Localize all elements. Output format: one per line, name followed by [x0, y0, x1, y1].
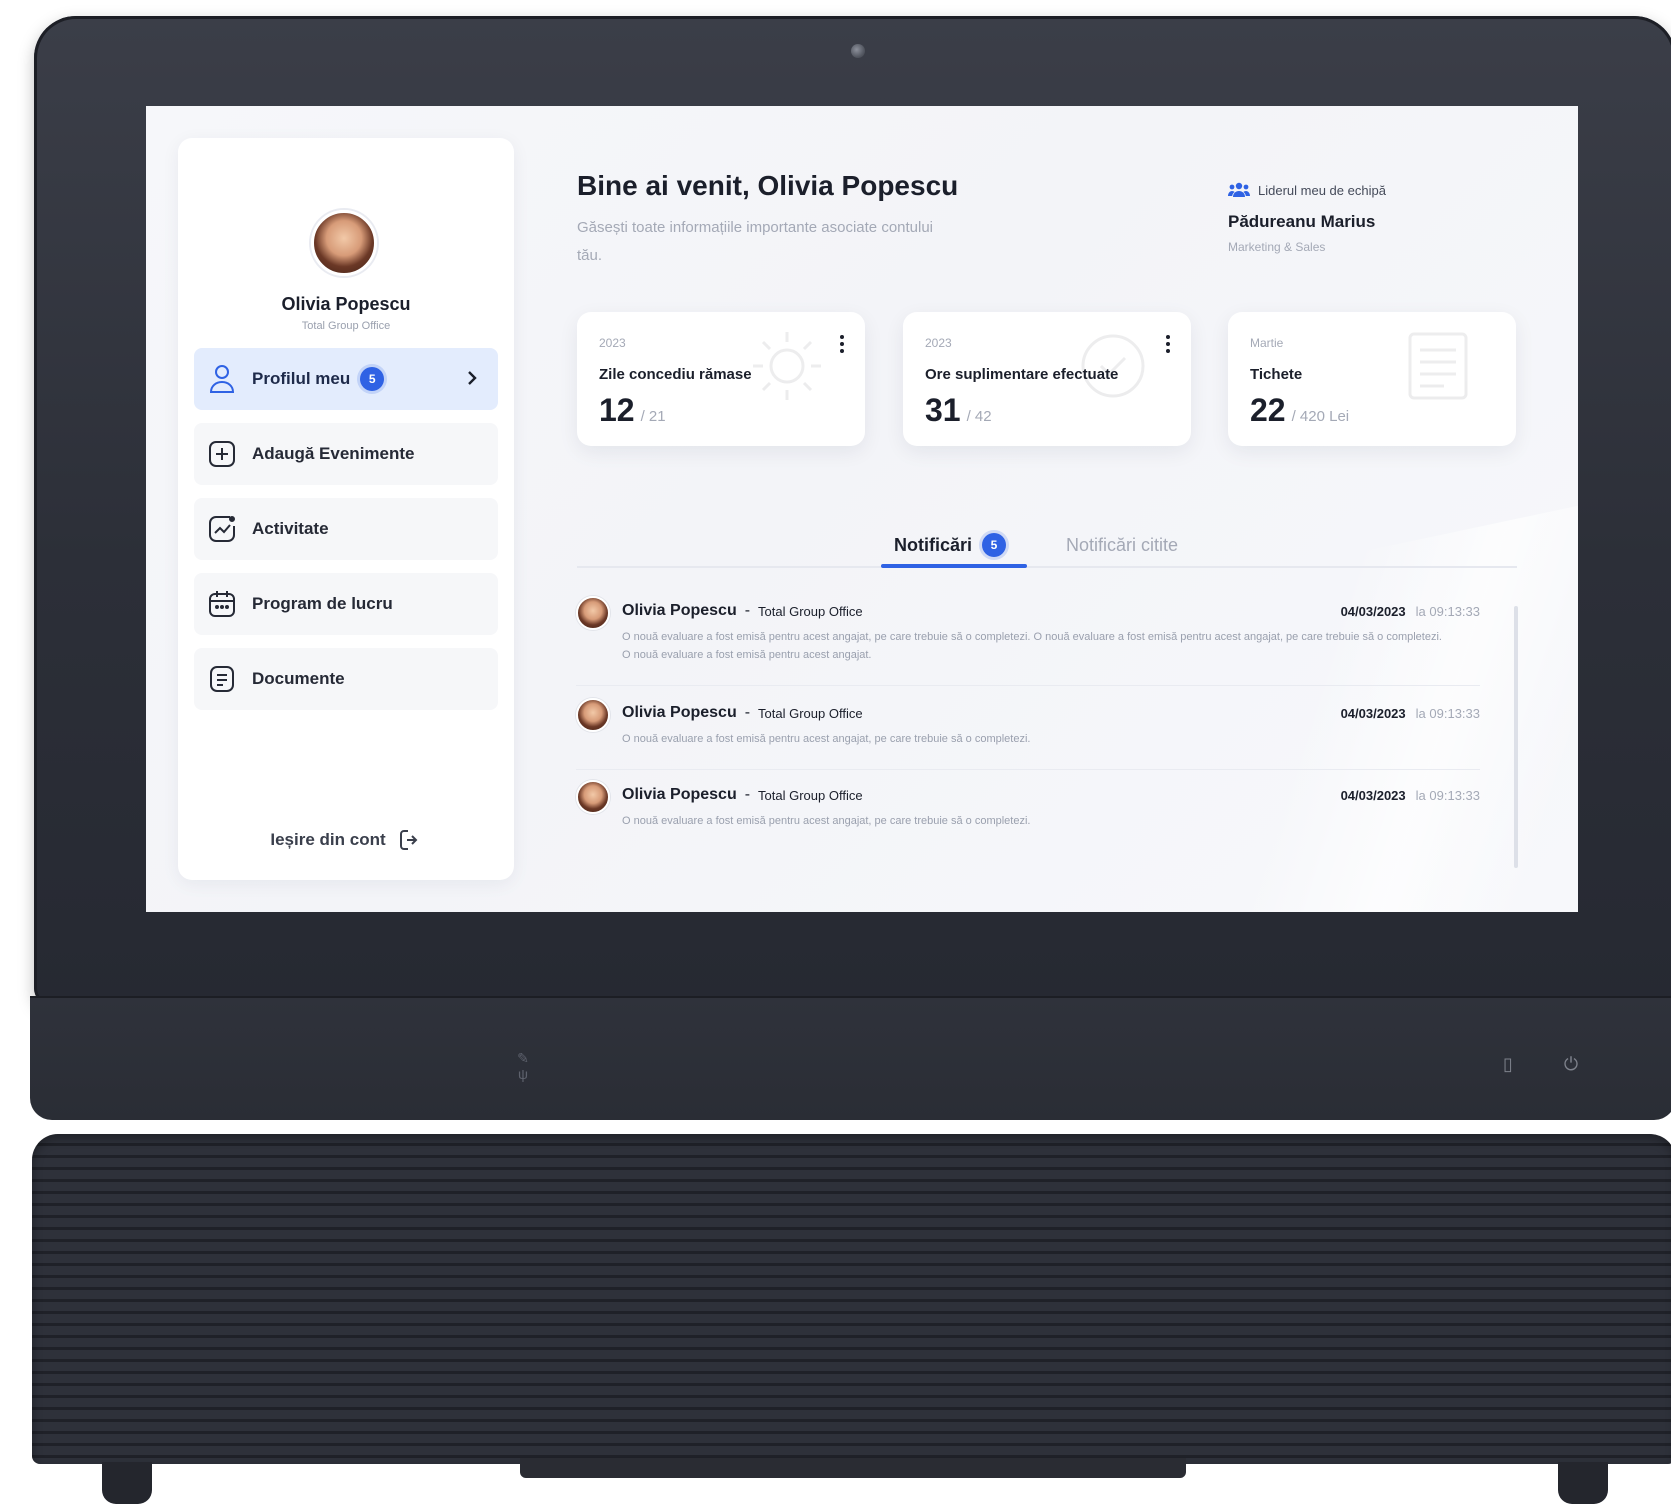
sidebar-item-documents[interactable]: Documente	[194, 648, 498, 710]
tab-read-notifications[interactable]: Notificări citite	[1066, 524, 1178, 566]
list-item[interactable]: Olivia Popescu - Total Group Office 04/0…	[576, 698, 1480, 770]
profile-company: Total Group Office	[301, 320, 391, 332]
sidebar-item-label: Profilul meu	[252, 369, 351, 388]
sidebar-item-label: Documente	[252, 669, 345, 688]
plus-square-icon	[206, 438, 238, 470]
notification-sender: Olivia Popescu	[622, 704, 737, 721]
stat-value: 12/ 21	[599, 392, 666, 428]
sidebar-item-add-events[interactable]: Adaugă Evenimente	[194, 423, 498, 485]
notification-timestamp: 04/03/2023 la 09:13:33	[1340, 788, 1480, 803]
profile-name: Olivia Popescu	[281, 294, 411, 314]
tab-label: Notificări	[894, 534, 973, 555]
stat-period: 2023	[599, 336, 626, 350]
list-item[interactable]: Olivia Popescu - Total Group Office 04/0…	[576, 780, 1480, 852]
speaker-grille	[32, 1134, 1671, 1464]
notification-list: Olivia Popescu - Total Group Office 04/0…	[576, 596, 1480, 896]
receipt-icon	[1408, 332, 1468, 400]
avatar	[576, 596, 610, 630]
more-options-icon[interactable]	[837, 334, 847, 354]
monitor-chin	[30, 996, 1671, 1120]
stat-card-overtime-hours[interactable]: 2023 Ore suplimentare efectuate 31/ 42	[903, 312, 1191, 446]
calendar-icon	[206, 588, 238, 620]
notification-sender: Olivia Popescu	[622, 602, 737, 619]
separator: -	[744, 602, 751, 619]
notification-header: Olivia Popescu - Total Group Office	[622, 786, 863, 804]
team-leader-caption: Liderul meu de echipă	[1258, 182, 1386, 198]
sun-icon	[753, 332, 821, 400]
stat-total: / 21	[640, 408, 666, 425]
avatar	[576, 780, 610, 814]
notification-message: O nouă evaluare a fost emisă pentru aces…	[622, 815, 1031, 827]
device-foot-right	[1558, 1462, 1608, 1504]
stat-title: Ore suplimentare efectuate	[925, 366, 1119, 383]
battery-icon: ▯	[1503, 1054, 1513, 1075]
base-slot	[520, 1458, 1186, 1478]
notification-company: Total Group Office	[758, 705, 863, 721]
power-button-icon[interactable]: ⏻	[1560, 1052, 1582, 1078]
sidebar: Olivia Popescu Total Group Office Profil…	[178, 138, 514, 880]
stat-total: / 420 Lei	[1291, 408, 1350, 425]
notification-timestamp: 04/03/2023 la 09:13:33	[1340, 604, 1480, 619]
sidebar-item-label: Program de lucru	[252, 594, 393, 613]
scrollbar[interactable]	[1514, 606, 1518, 868]
more-options-icon[interactable]	[1163, 334, 1173, 354]
stat-period: 2023	[925, 336, 952, 350]
separator: -	[744, 786, 751, 803]
activity-chart-icon	[206, 513, 238, 545]
webcam-icon	[851, 44, 865, 58]
sidebar-item-work-schedule[interactable]: Program de lucru	[194, 573, 498, 635]
stat-card-leave-days[interactable]: 2023 Zile concediu rămase 12/ 21	[577, 312, 865, 446]
page-subtitle: Găsești toate informațiile importante as…	[577, 219, 934, 264]
sidebar-item-label: Activitate	[252, 519, 329, 538]
stat-value: 22/ 420 Lei	[1250, 392, 1350, 428]
stat-value: 31/ 42	[925, 392, 992, 428]
logout-label: Ieșire din cont	[270, 830, 386, 849]
team-leader-name[interactable]: Pădureanu Marius	[1228, 212, 1375, 232]
active-tab-indicator	[881, 564, 1027, 568]
logout-icon	[398, 828, 422, 852]
stat-card-tickets[interactable]: Martie Tichete 22/ 420 Lei	[1228, 312, 1516, 446]
tab-notifications[interactable]: Notificări 5	[894, 524, 1007, 566]
stat-title: Tichete	[1250, 366, 1303, 383]
notification-message: O nouă evaluare a fost emisă pentru aces…	[622, 733, 1031, 745]
document-icon	[206, 663, 238, 695]
team-leader-department: Marketing & Sales	[1228, 240, 1326, 254]
notification-count-badge: 5	[360, 367, 385, 391]
notification-header: Olivia Popescu - Total Group Office	[622, 704, 863, 722]
sidebar-item-profile[interactable]: Profilul meu 5	[194, 348, 498, 410]
logout-button[interactable]: Ieșire din cont	[178, 828, 514, 852]
notification-count-badge: 5	[982, 533, 1007, 557]
team-leader-label: Liderul meu de echipă	[1228, 182, 1386, 198]
sidebar-item-label: Adaugă Evenimente	[252, 444, 415, 463]
stat-title: Zile concediu rămase	[599, 366, 752, 383]
profile-avatar[interactable]	[311, 210, 377, 276]
chevron-right-icon	[462, 368, 482, 388]
notification-message: O nouă evaluare a fost emisă pentru aces…	[622, 631, 1442, 661]
notification-timestamp: 04/03/2023 la 09:13:33	[1340, 706, 1480, 721]
separator: -	[744, 704, 751, 721]
stat-period: Martie	[1250, 336, 1284, 350]
notification-company: Total Group Office	[758, 787, 863, 803]
stat-total: / 42	[966, 408, 992, 425]
tab-label: Notificări citite	[1066, 534, 1179, 555]
user-icon	[206, 363, 238, 395]
notification-company: Total Group Office	[758, 603, 863, 619]
page-title: Bine ai venit, Olivia Popescu	[577, 170, 959, 201]
sidebar-item-activity[interactable]: Activitate	[194, 498, 498, 560]
tabs-divider	[577, 566, 1517, 568]
microphone-icon: ✎ ψ	[517, 1050, 529, 1082]
app-screen: Olivia Popescu Total Group Office Profil…	[146, 106, 1578, 912]
notification-header: Olivia Popescu - Total Group Office	[622, 602, 863, 620]
device-foot-left	[102, 1462, 152, 1504]
list-item[interactable]: Olivia Popescu - Total Group Office 04/0…	[576, 596, 1480, 686]
team-icon	[1228, 182, 1250, 197]
notification-sender: Olivia Popescu	[622, 786, 737, 803]
avatar	[576, 698, 610, 732]
